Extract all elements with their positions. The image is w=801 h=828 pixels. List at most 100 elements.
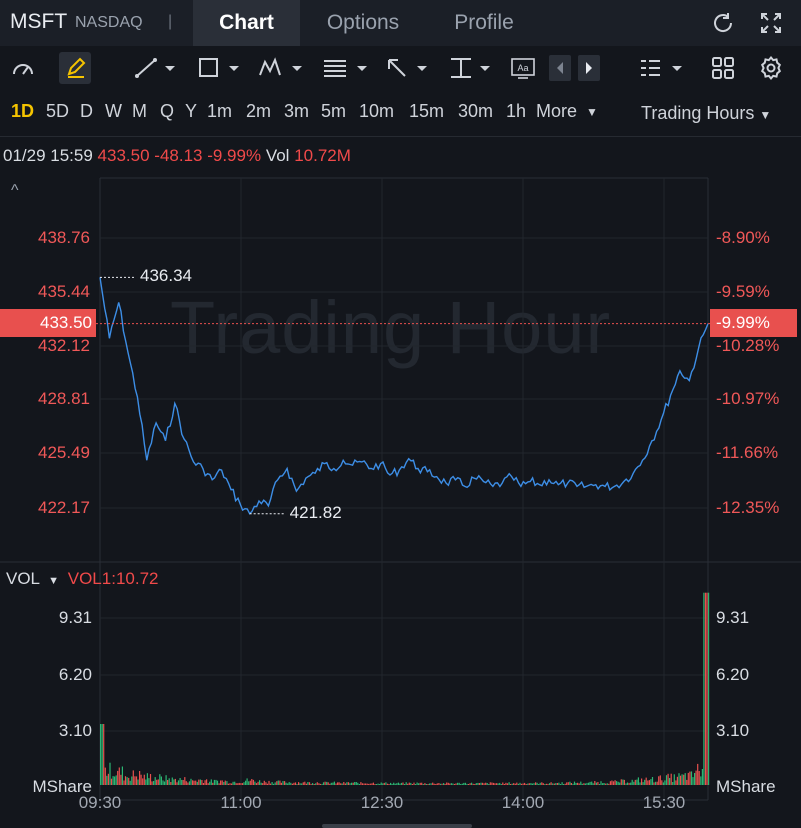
volume-bar: [355, 782, 357, 785]
volume-bar: [315, 783, 317, 785]
arrow-icon[interactable]: [385, 54, 433, 82]
volume-bar: [238, 782, 240, 785]
rectangle-icon[interactable]: [197, 54, 241, 82]
fullscreen-icon[interactable]: [758, 10, 784, 36]
ticker-symbol[interactable]: MSFT: [10, 10, 67, 34]
volume-bar: [408, 782, 410, 785]
volume-bar: [369, 783, 371, 785]
timeframe-more[interactable]: More: [536, 101, 577, 122]
volume-bar: [430, 783, 432, 785]
volume-bar: [466, 783, 468, 785]
next-icon[interactable]: [578, 54, 600, 82]
volume-header[interactable]: VOL ▼ VOL1:10.72: [6, 569, 159, 589]
time-tick-label: 09:30: [78, 793, 122, 812]
chart-scrollbar[interactable]: [322, 824, 472, 828]
volume-bar: [188, 781, 191, 785]
pattern-icon[interactable]: [257, 54, 305, 82]
measure-icon[interactable]: [449, 54, 497, 82]
volume-bar: [578, 783, 580, 785]
volume-bar: [665, 775, 668, 785]
settings-gear-icon[interactable]: [758, 54, 784, 82]
volume-bar: [260, 782, 262, 785]
volume-bar: [673, 774, 675, 785]
timeframe-1m[interactable]: 1m: [207, 101, 232, 122]
tab-profile[interactable]: Profile: [430, 0, 538, 46]
volume-bar: [375, 784, 378, 785]
more-caret-icon[interactable]: ▼: [586, 105, 598, 119]
timeframe-15m[interactable]: 15m: [409, 101, 444, 122]
volume-bar: [298, 782, 300, 785]
volume-bar: [658, 776, 660, 785]
volume-bar: [535, 782, 537, 785]
volume-bar: [661, 780, 663, 785]
volume-bar: [185, 781, 187, 785]
pen-icon[interactable]: [62, 54, 90, 82]
time-tick-label: 15:30: [642, 793, 686, 812]
volume-bar: [419, 782, 421, 785]
prev-icon[interactable]: [549, 54, 571, 82]
trend-line-icon[interactable]: [133, 54, 177, 82]
volume-bar: [589, 781, 591, 785]
volume-bar: [333, 781, 335, 785]
timeframe-3m[interactable]: 3m: [284, 101, 309, 122]
volume-bar: [464, 782, 466, 785]
text-label-icon[interactable]: Aa: [509, 54, 537, 82]
volume-bar: [503, 784, 505, 785]
volume-bar: [592, 783, 594, 785]
volume-bar: [558, 782, 560, 785]
volume-bar: [199, 779, 201, 785]
refresh-icon[interactable]: [710, 10, 736, 36]
volume-bar: [577, 782, 579, 785]
price-chart[interactable]: [0, 170, 801, 810]
timeframe-10m[interactable]: 10m: [359, 101, 394, 122]
volume-bar: [143, 774, 145, 785]
tab-chart[interactable]: Chart: [193, 0, 300, 46]
timeframe-w[interactable]: W: [105, 101, 122, 122]
volume-bar: [290, 782, 292, 785]
volume-bar: [227, 783, 229, 785]
quote-change: -48.13: [154, 146, 203, 165]
timeframe-5m[interactable]: 5m: [321, 101, 346, 122]
timeframe-q[interactable]: Q: [160, 101, 174, 122]
timeframe-y[interactable]: Y: [185, 101, 197, 122]
list-icon[interactable]: [638, 54, 686, 82]
volume-bar: [110, 778, 113, 785]
pct-tick-label: -12.35%: [716, 498, 780, 517]
price-tick-label: 425.49: [38, 443, 90, 462]
timeframe-m[interactable]: M: [132, 101, 147, 122]
collapse-caret-icon[interactable]: ^: [11, 182, 19, 200]
volume-bar: [212, 782, 214, 785]
timeframe-d[interactable]: D: [80, 101, 93, 122]
volume-bar: [410, 782, 412, 785]
volume-bar: [279, 780, 281, 785]
timeframe-2m[interactable]: 2m: [246, 101, 271, 122]
gauge-icon[interactable]: [9, 54, 37, 82]
volume-bar: [397, 782, 399, 785]
timeframe-1h[interactable]: 1h: [506, 101, 526, 122]
volume-bar: [443, 783, 445, 785]
trading-hours-dropdown[interactable]: Trading Hours ▼: [641, 103, 771, 124]
volume-bar: [129, 780, 131, 785]
volume-bar: [413, 782, 415, 785]
layout-grid-icon[interactable]: [710, 54, 736, 82]
timeframe-5d[interactable]: 5D: [46, 101, 69, 122]
volume-bar: [249, 780, 251, 785]
timeframe-1d[interactable]: 1D: [11, 101, 34, 122]
volume-bar: [321, 784, 323, 785]
volume-bar: [326, 781, 328, 785]
volume-bar: [302, 782, 304, 785]
volume-bar: [706, 592, 708, 785]
tab-options[interactable]: Options: [303, 0, 423, 46]
svg-text:Aa: Aa: [517, 63, 528, 73]
fibonacci-icon[interactable]: [321, 54, 369, 82]
volume-bar: [642, 782, 644, 785]
volume-bar: [209, 781, 211, 785]
volume-bar: [425, 784, 427, 785]
pct-tick-label: -10.97%: [716, 389, 780, 408]
volume-bar: [675, 780, 677, 785]
volume-bar: [659, 775, 661, 785]
volume-bar: [619, 782, 621, 785]
volume-bar: [383, 782, 385, 785]
volume-bar: [686, 779, 688, 785]
timeframe-30m[interactable]: 30m: [458, 101, 493, 122]
